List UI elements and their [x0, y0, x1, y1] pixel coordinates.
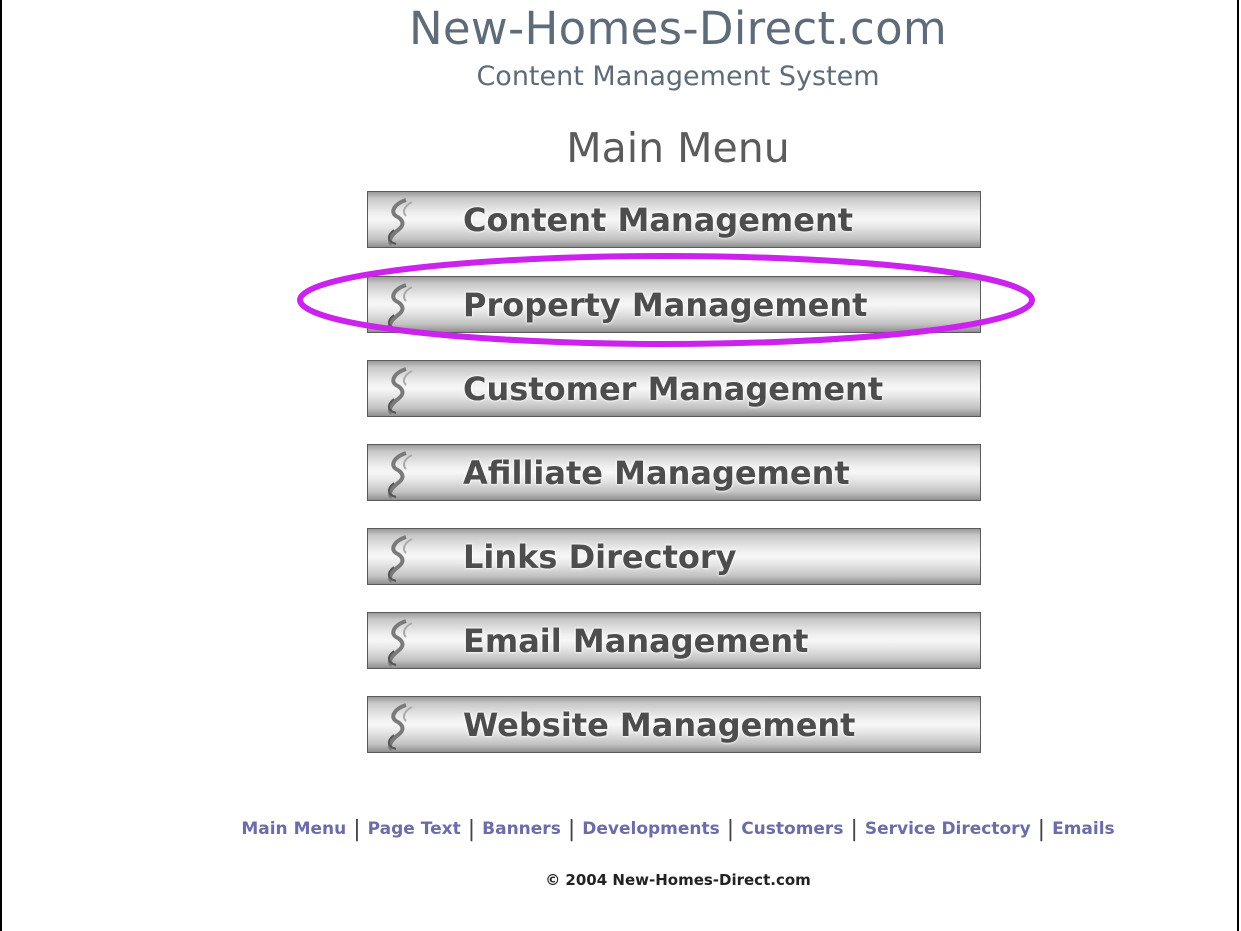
site-subtitle: Content Management System	[476, 61, 880, 92]
footer-separator: |	[567, 817, 576, 842]
customer-management-button[interactable]: Customer Management	[367, 360, 981, 417]
footer-separator: |	[353, 817, 361, 842]
copyright-notice: © 2004 New-Homes-Direct.com	[545, 871, 811, 889]
affiliate-management-button[interactable]: Afilliate Management	[367, 444, 981, 501]
menu-item-label: Content Management	[463, 201, 854, 239]
property-management-button[interactable]: Property Management	[367, 276, 981, 333]
swirl-icon	[388, 451, 413, 499]
email-management-button[interactable]: Email Management	[367, 612, 981, 669]
swirl-icon	[388, 367, 413, 415]
footer-separator: |	[467, 817, 476, 842]
content-management-button[interactable]: Content Management	[367, 191, 981, 248]
footer-nav: Main Menu | Page Text | Banners | Developments…	[0, 815, 1241, 842]
footer-separator: |	[1037, 817, 1046, 842]
menu-item-label: Property Management	[463, 286, 868, 324]
swirl-icon	[388, 619, 413, 667]
menu-item-label: Afilliate Management	[463, 454, 850, 492]
menu-item-label: Email Management	[463, 622, 809, 660]
swirl-icon	[388, 198, 413, 246]
footer-link-main-menu[interactable]: Main Menu	[241, 819, 346, 839]
footer-link-banners[interactable]: Banners	[482, 819, 561, 839]
menu-item-label: Customer Management	[463, 370, 884, 408]
website-management-button[interactable]: Website Management	[367, 696, 981, 753]
site-title: New-Homes-Direct.com	[408, 2, 948, 55]
footer-link-customers[interactable]: Customers	[741, 819, 843, 839]
footer-link-service-directory[interactable]: Service Directory	[865, 819, 1031, 839]
menu-item-label: Website Management	[463, 706, 856, 744]
menu-item-label: Links Directory	[463, 538, 737, 576]
footer-separator: |	[726, 817, 735, 842]
swirl-icon	[388, 535, 413, 583]
footer-separator: |	[850, 817, 858, 842]
swirl-icon	[388, 703, 413, 751]
swirl-icon	[388, 283, 413, 331]
links-directory-button[interactable]: Links Directory	[367, 528, 981, 585]
footer-link-emails[interactable]: Emails	[1052, 819, 1115, 839]
footer-link-page-text[interactable]: Page Text	[368, 819, 461, 839]
page-title: Main Menu	[566, 124, 790, 172]
footer-link-developments[interactable]: Developments	[582, 819, 720, 839]
